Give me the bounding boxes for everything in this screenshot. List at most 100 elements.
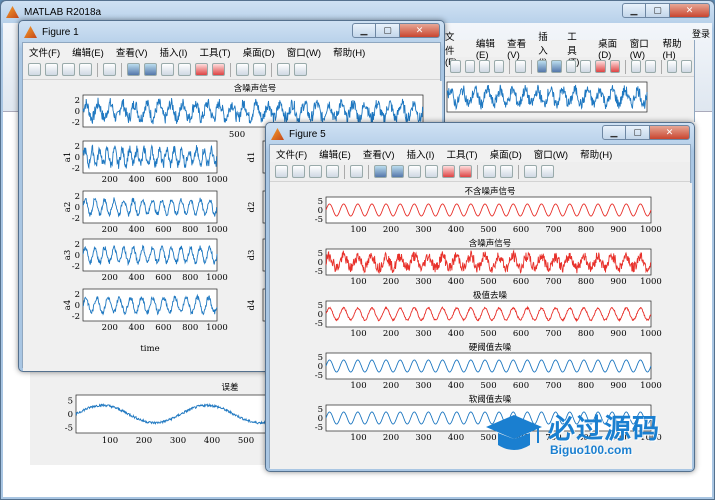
open-icon[interactable] bbox=[464, 60, 476, 73]
colorbar-icon[interactable] bbox=[500, 165, 513, 178]
maximize-button[interactable]: ▢ bbox=[646, 3, 670, 18]
brush-icon[interactable] bbox=[459, 165, 472, 178]
new-file-icon[interactable] bbox=[28, 63, 41, 76]
menu-item-3[interactable]: 插入(I) bbox=[159, 45, 187, 59]
menu-item-0[interactable]: 文件(F) bbox=[29, 45, 60, 59]
figure1-d-label-3: d4 bbox=[247, 300, 257, 311]
legend-icon[interactable] bbox=[666, 60, 678, 73]
figure5-panel-title-2: 极值去噪 bbox=[473, 290, 508, 301]
data-cursor-icon[interactable] bbox=[442, 165, 455, 178]
figure1-a3-xtick-0: 200 bbox=[102, 323, 118, 333]
menu-item-6[interactable]: 窗口(W) bbox=[287, 45, 321, 59]
toolbar-separator bbox=[97, 62, 98, 77]
colorbar-icon[interactable] bbox=[253, 63, 266, 76]
menu-item-6[interactable]: 窗口(W) bbox=[534, 147, 568, 161]
new-file-icon[interactable] bbox=[450, 60, 461, 73]
figure5-p0-xtick-2: 300 bbox=[415, 225, 431, 235]
link-icon[interactable] bbox=[483, 165, 496, 178]
print-icon[interactable] bbox=[493, 60, 505, 73]
open-icon[interactable] bbox=[45, 63, 58, 76]
menu-item-1[interactable]: 编辑(E) bbox=[319, 147, 351, 161]
menu-item-7[interactable]: 帮助(H) bbox=[333, 45, 365, 59]
zoom-out-icon[interactable] bbox=[391, 165, 404, 178]
figure1-a3-ytick-0: 2 bbox=[75, 290, 80, 300]
colorbar-icon[interactable] bbox=[645, 60, 657, 73]
data-cursor-icon[interactable] bbox=[594, 60, 606, 73]
pan-icon[interactable] bbox=[408, 165, 421, 178]
close-button[interactable]: ✕ bbox=[670, 3, 710, 18]
minimize-button[interactable]: ▁ bbox=[602, 125, 626, 140]
menu-item-7[interactable]: 帮助(H) bbox=[580, 147, 612, 161]
maximize-button[interactable]: ▢ bbox=[376, 23, 400, 38]
figure1-a2-xtick-3: 800 bbox=[182, 273, 198, 283]
menu-item-1[interactable]: 编辑(E) bbox=[476, 36, 495, 61]
figure5-panel-title-3: 硬阈值去噪 bbox=[469, 342, 512, 353]
menu-item-2[interactable]: 查看(V) bbox=[507, 36, 526, 61]
grid-icon[interactable] bbox=[681, 60, 693, 73]
menu-item-4[interactable]: 工具(T) bbox=[446, 147, 477, 161]
legend-icon[interactable] bbox=[277, 63, 290, 76]
close-button[interactable]: ✕ bbox=[650, 125, 690, 140]
rotate-icon[interactable] bbox=[178, 63, 191, 76]
figure1-a2-ytick-2: -2 bbox=[72, 262, 80, 272]
brush-icon[interactable] bbox=[609, 60, 621, 73]
figure1-a2-xtick-1: 400 bbox=[128, 273, 144, 283]
pan-icon[interactable] bbox=[161, 63, 174, 76]
figure1-a3-xtick-1: 400 bbox=[128, 323, 144, 333]
zoom-out-icon[interactable] bbox=[551, 60, 562, 73]
minimize-button[interactable]: ▁ bbox=[622, 3, 646, 18]
grid-icon[interactable] bbox=[541, 165, 554, 178]
link-icon[interactable] bbox=[236, 63, 249, 76]
menu-item-0[interactable]: 文件(F) bbox=[276, 147, 307, 161]
menu-item-2[interactable]: 查看(V) bbox=[363, 147, 395, 161]
print-icon[interactable] bbox=[79, 63, 92, 76]
toolbar-separator bbox=[518, 164, 519, 179]
data-cursor-icon[interactable] bbox=[195, 63, 208, 76]
menu-item-6[interactable]: 窗口(W) bbox=[630, 36, 651, 61]
legend-icon[interactable] bbox=[524, 165, 537, 178]
rotate-icon[interactable] bbox=[580, 60, 591, 73]
menu-item-5[interactable]: 桌面(D) bbox=[490, 147, 522, 161]
menu-item-4[interactable]: 工具(T) bbox=[199, 45, 230, 59]
menu-item-5[interactable]: 桌面(D) bbox=[598, 36, 618, 61]
pointer-icon[interactable] bbox=[103, 63, 116, 76]
new-file-icon[interactable] bbox=[275, 165, 288, 178]
zoom-out-icon[interactable] bbox=[144, 63, 157, 76]
login-link[interactable]: 登录 bbox=[692, 27, 710, 40]
minimize-button[interactable]: ▁ bbox=[352, 23, 376, 38]
menu-item-7[interactable]: 帮助(H) bbox=[662, 36, 682, 61]
menu-item-1[interactable]: 编辑(E) bbox=[72, 45, 104, 59]
figure5-p4-xtick-1: 200 bbox=[383, 433, 399, 443]
pointer-icon[interactable] bbox=[350, 165, 363, 178]
pointer-icon[interactable] bbox=[515, 60, 526, 73]
menu-item-2[interactable]: 查看(V) bbox=[116, 45, 148, 59]
save-icon[interactable] bbox=[62, 63, 75, 76]
brush-icon[interactable] bbox=[212, 63, 225, 76]
figure5-p0-xtick-8: 900 bbox=[610, 225, 626, 235]
figure1-row-label-1: a2 bbox=[63, 202, 73, 212]
menu-item-3[interactable]: 插入(I) bbox=[406, 147, 434, 161]
grid-icon[interactable] bbox=[294, 63, 307, 76]
menu-item-5[interactable]: 桌面(D) bbox=[243, 45, 275, 59]
matlab-logo-icon bbox=[24, 26, 37, 38]
rotate-icon[interactable] bbox=[425, 165, 438, 178]
pan-icon[interactable] bbox=[565, 60, 577, 73]
figure1-a0-xtick-1: 400 bbox=[128, 175, 144, 185]
save-icon[interactable] bbox=[309, 165, 322, 178]
figure5-toolbar bbox=[270, 162, 690, 182]
zoom-in-icon[interactable] bbox=[127, 63, 140, 76]
figure5-p1-xtick-9: 1000 bbox=[640, 277, 662, 287]
close-button[interactable]: ✕ bbox=[400, 23, 440, 38]
link-icon[interactable] bbox=[630, 60, 642, 73]
figure1-peek: 文件(F)编辑(E)查看(V)插入(I)工具(T)桌面(D)窗口(W)帮助(H) bbox=[445, 32, 695, 122]
zoom-in-icon[interactable] bbox=[374, 165, 387, 178]
maximize-button[interactable]: ▢ bbox=[626, 125, 650, 140]
figure5-p1-xtick-0: 100 bbox=[350, 277, 366, 287]
save-icon[interactable] bbox=[479, 60, 490, 73]
figure1-a3-xtick-2: 600 bbox=[155, 323, 171, 333]
figure1-xlabel: time bbox=[140, 344, 159, 354]
print-icon[interactable] bbox=[326, 165, 339, 178]
zoom-in-icon[interactable] bbox=[536, 60, 548, 73]
figure5-p3-xtick-8: 900 bbox=[610, 381, 626, 391]
open-icon[interactable] bbox=[292, 165, 305, 178]
